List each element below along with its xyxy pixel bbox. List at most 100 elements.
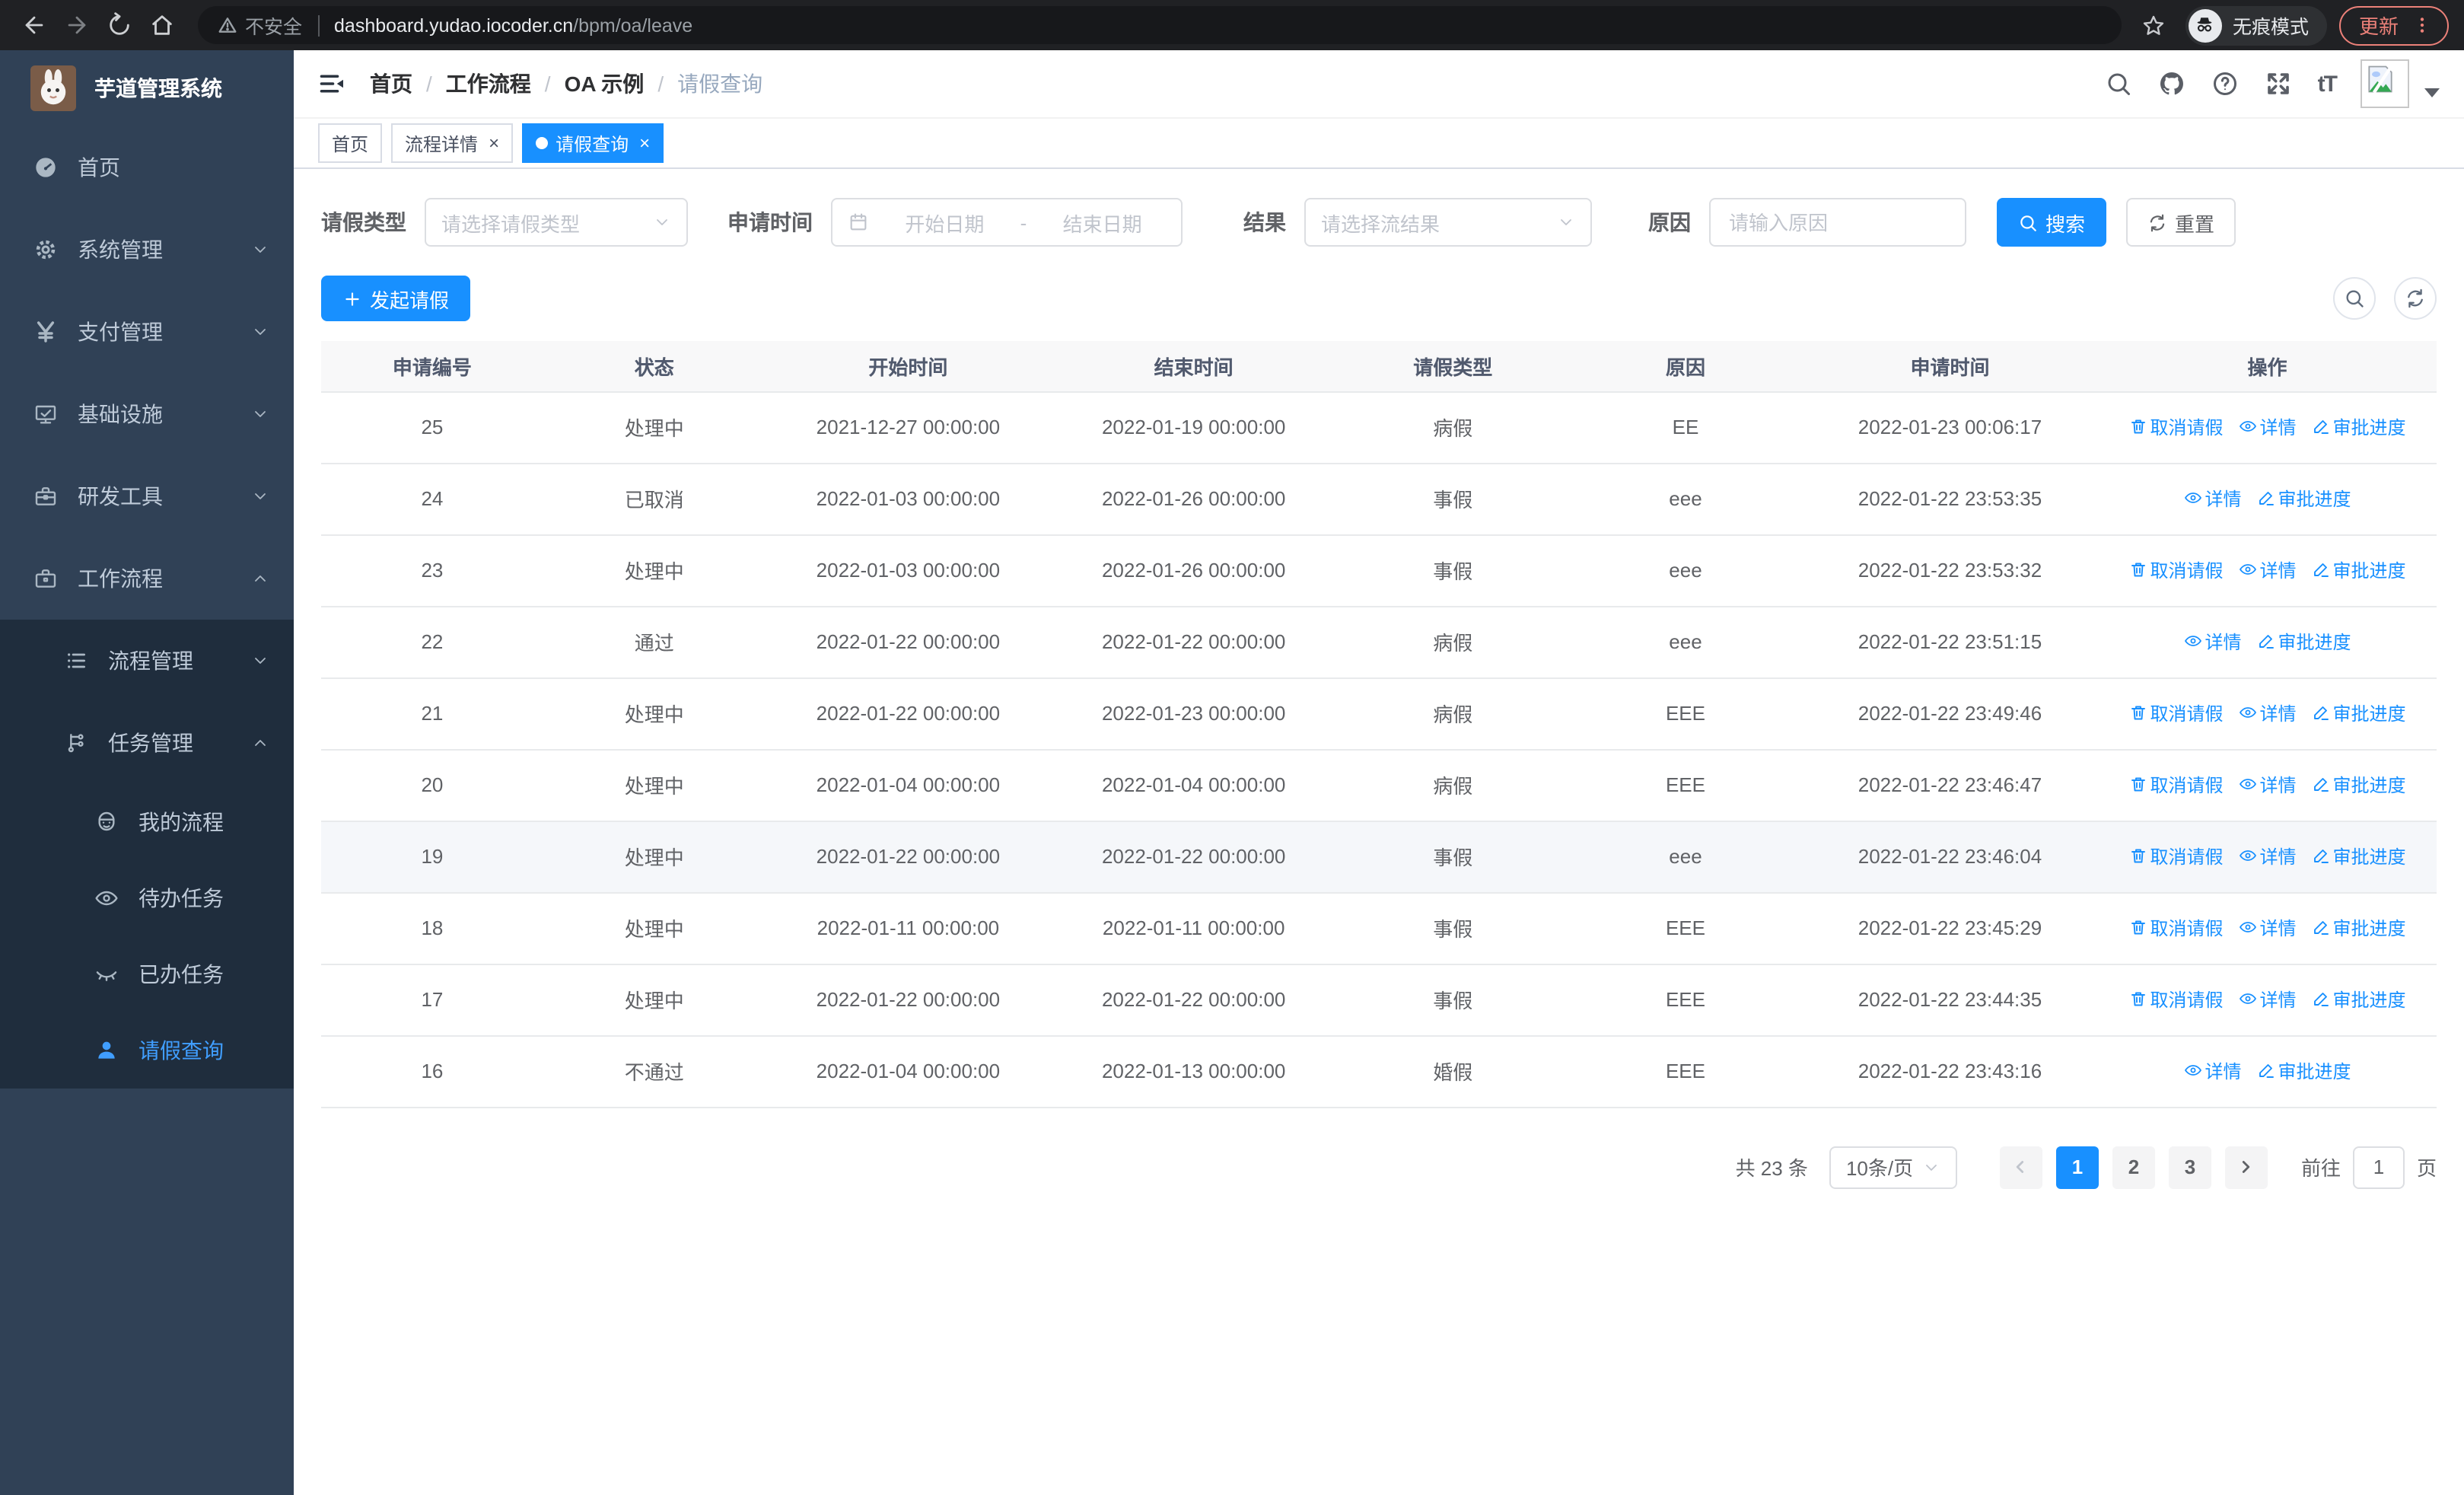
detail-link[interactable]: 详情 <box>2184 629 2242 655</box>
fullscreen-icon[interactable] <box>2265 70 2292 97</box>
sidebar-item-workflow[interactable]: 工作流程 <box>0 537 294 620</box>
result-select[interactable]: 请选择流结果 <box>1304 198 1592 247</box>
avatar[interactable] <box>2361 59 2409 108</box>
close-tab-icon[interactable]: × <box>639 134 650 152</box>
detail-link[interactable]: 详情 <box>2239 414 2297 440</box>
cell-applied: 2022-01-22 23:44:35 <box>1801 964 2099 1036</box>
cancel-leave-link[interactable]: 取消请假 <box>2128 557 2224 583</box>
sidebar-item-infrastructure[interactable]: 基础设施 <box>0 373 294 455</box>
progress-link[interactable]: 审批进度 <box>2312 987 2406 1012</box>
detail-link[interactable]: 详情 <box>2239 772 2297 798</box>
monitor-icon <box>33 402 58 426</box>
progress-link[interactable]: 审批进度 <box>2257 1058 2351 1084</box>
detail-link[interactable]: 详情 <box>2239 557 2297 583</box>
sidebar-item-my-process[interactable]: 我的流程 <box>0 784 294 860</box>
cancel-leave-link[interactable]: 取消请假 <box>2128 414 2224 440</box>
cancel-leave-link[interactable]: 取消请假 <box>2128 772 2224 798</box>
help-icon[interactable] <box>2211 70 2239 97</box>
breadcrumb-item[interactable]: OA 示例 <box>565 69 645 99</box>
detail-link[interactable]: 详情 <box>2184 1058 2242 1084</box>
detail-link[interactable]: 详情 <box>2184 486 2242 512</box>
apply-time-range-input[interactable]: 开始日期 - 结束日期 <box>831 198 1183 247</box>
home-button[interactable] <box>143 7 180 43</box>
cell-status: 处理中 <box>543 534 766 607</box>
page-button-2[interactable]: 2 <box>2112 1146 2155 1188</box>
sidebar-item-leave-query[interactable]: 请假查询 <box>0 1012 294 1089</box>
cell-start: 2022-01-22 00:00:00 <box>765 964 1052 1036</box>
progress-link[interactable]: 审批进度 <box>2312 557 2406 583</box>
action-label: 取消请假 <box>2150 774 2224 796</box>
update-button[interactable]: 更新 <box>2338 5 2449 45</box>
sidebar-item-process-mgmt[interactable]: 流程管理 <box>0 620 294 702</box>
column-header: 操作 <box>2098 341 2437 392</box>
cancel-leave-link[interactable]: 取消请假 <box>2128 700 2224 726</box>
address-bar[interactable]: 不安全 dashboard.yudao.iocoder.cn/bpm/oa/le… <box>198 6 2122 44</box>
table-header-row: 申请编号 状态 开始时间 结束时间 请假类型 原因 申请时间 操作 <box>321 341 2437 392</box>
detail-link[interactable]: 详情 <box>2239 843 2297 869</box>
table-search-button[interactable] <box>2333 277 2376 320</box>
progress-link[interactable]: 审批进度 <box>2312 414 2406 440</box>
github-icon[interactable] <box>2158 70 2185 97</box>
cell-actions: 取消请假 详情 审批进度 <box>2098 964 2437 1036</box>
progress-link[interactable]: 审批进度 <box>2257 486 2351 512</box>
column-header: 申请编号 <box>321 341 543 392</box>
cancel-leave-link[interactable]: 取消请假 <box>2128 915 2224 941</box>
security-chip[interactable]: 不安全 <box>218 11 302 40</box>
create-leave-button[interactable]: 发起请假 <box>321 276 471 321</box>
page-button-1[interactable]: 1 <box>2055 1146 2099 1188</box>
font-size-icon[interactable]: tT <box>2318 71 2338 97</box>
breadcrumb-item[interactable]: 首页 <box>370 69 412 99</box>
cell-applied: 2022-01-22 23:46:47 <box>1801 749 2099 821</box>
date-separator: - <box>1020 211 1027 234</box>
arrow-right-icon <box>63 12 89 38</box>
detail-link[interactable]: 详情 <box>2239 987 2297 1012</box>
kebab-menu-icon[interactable] <box>2412 15 2432 35</box>
sidebar-item-system[interactable]: 系统管理 <box>0 209 294 291</box>
tab-leave-query[interactable]: 请假查询 × <box>522 123 664 163</box>
sidebar-item-payment[interactable]: 支付管理 <box>0 291 294 373</box>
close-tab-icon[interactable]: × <box>489 134 499 152</box>
sidebar-item-dev-tools[interactable]: 研发工具 <box>0 455 294 537</box>
progress-link[interactable]: 审批进度 <box>2312 700 2406 726</box>
collapse-sidebar-button[interactable] <box>318 70 345 97</box>
progress-link[interactable]: 审批进度 <box>2257 629 2351 655</box>
next-page-button[interactable] <box>2224 1146 2268 1188</box>
detail-link[interactable]: 详情 <box>2239 700 2297 726</box>
forward-button[interactable] <box>58 7 94 43</box>
edit-icon <box>2312 704 2330 722</box>
tab-home[interactable]: 首页 <box>318 123 383 163</box>
eye-icon <box>94 886 119 910</box>
search-button[interactable]: 搜索 <box>1997 198 2107 247</box>
detail-link[interactable]: 详情 <box>2239 915 2297 941</box>
header-search-icon[interactable] <box>2105 70 2132 97</box>
progress-link[interactable]: 审批进度 <box>2312 843 2406 869</box>
cell-end: 2022-01-11 00:00:00 <box>1051 892 1337 964</box>
sidebar-item-home[interactable]: 首页 <box>0 126 294 209</box>
update-label: 更新 <box>2358 15 2399 38</box>
back-button[interactable] <box>15 7 52 43</box>
sidebar-item-task-mgmt[interactable]: 任务管理 <box>0 702 294 784</box>
action-label: 审批进度 <box>2332 703 2406 725</box>
avatar-caret-icon[interactable] <box>2424 88 2440 97</box>
leave-type-select[interactable]: 请选择请假类型 <box>425 198 688 247</box>
sidebar-item-done-tasks[interactable]: 已办任务 <box>0 936 294 1012</box>
progress-link[interactable]: 审批进度 <box>2312 772 2406 798</box>
page-size-select[interactable]: 10条/页 <box>1829 1146 1957 1188</box>
goto-page-input[interactable] <box>2352 1146 2405 1188</box>
sidebar-item-label: 研发工具 <box>78 484 163 508</box>
reason-input[interactable] <box>1709 198 1966 247</box>
table-refresh-button[interactable] <box>2394 277 2437 320</box>
reload-button[interactable] <box>100 7 137 43</box>
cancel-leave-link[interactable]: 取消请假 <box>2128 987 2224 1012</box>
tab-process-detail[interactable]: 流程详情 × <box>391 123 514 163</box>
cell-status: 处理中 <box>543 677 766 750</box>
prev-page-button[interactable] <box>1999 1146 2042 1188</box>
bookmark-star-icon[interactable] <box>2134 5 2173 45</box>
progress-link[interactable]: 审批进度 <box>2312 915 2406 941</box>
cancel-leave-link[interactable]: 取消请假 <box>2128 843 2224 869</box>
briefcase-icon <box>33 566 58 591</box>
reset-button[interactable]: 重置 <box>2126 198 2236 247</box>
sidebar-item-todo-tasks[interactable]: 待办任务 <box>0 860 294 936</box>
page-button-3[interactable]: 3 <box>2168 1146 2211 1188</box>
breadcrumb-item[interactable]: 工作流程 <box>446 69 531 99</box>
